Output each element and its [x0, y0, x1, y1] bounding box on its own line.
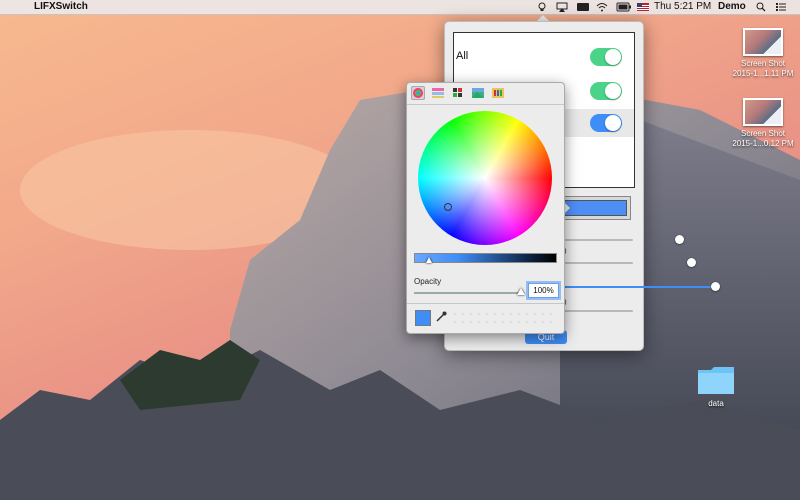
opacity-label: Opacity [414, 277, 442, 286]
light-toggle[interactable] [590, 114, 622, 132]
menu-bar: LIFXSwitch Thu 5:21 PM Demo [0, 0, 800, 15]
user-menu[interactable]: Demo [718, 1, 746, 13]
brightness-knob[interactable] [426, 257, 432, 263]
eyedropper-icon[interactable] [434, 310, 448, 324]
color-wheel[interactable] [418, 111, 552, 245]
menu-clock[interactable]: Thu 5:21 PM [654, 1, 711, 13]
app-name-menu[interactable]: LIFXSwitch [34, 1, 88, 13]
light-toggle[interactable] [590, 82, 622, 100]
wallpaper [0, 0, 800, 500]
color-palettes-icon[interactable] [451, 86, 465, 100]
airplay-icon[interactable] [556, 2, 568, 12]
folder-icon [697, 365, 735, 395]
image-palettes-icon[interactable] [471, 86, 485, 100]
flag-icon[interactable] [637, 2, 649, 12]
desktop-icon-folder-data[interactable]: data [681, 365, 751, 409]
list-icon[interactable] [775, 2, 787, 12]
desktop-icon-screenshot-1[interactable]: Screen Shot 2015-1...1.11 PM [728, 28, 798, 79]
list-item[interactable]: All [454, 43, 634, 71]
opacity-field[interactable]: 100% [528, 283, 559, 298]
desktop-icon-screenshot-2[interactable]: Screen Shot 2015-1...0.12 PM [728, 98, 798, 149]
color-picker-bottom-bar [407, 303, 564, 334]
light-label: All [456, 50, 469, 62]
screenshot-thumbnail-icon [743, 28, 783, 56]
battery-status-icon[interactable] [576, 2, 590, 12]
desktop-icon-label: Screen Shot [740, 59, 786, 68]
desktop-icon-label: Screen Shot [740, 129, 786, 138]
color-picker-panel: Opacity 100% [406, 82, 565, 334]
search-icon[interactable] [755, 2, 767, 12]
current-color-swatch[interactable] [415, 310, 431, 326]
favorite-swatches[interactable] [451, 310, 557, 326]
color-sliders-icon[interactable] [431, 86, 445, 100]
light-toggle[interactable] [590, 48, 622, 66]
opacity-slider[interactable] [414, 292, 521, 294]
brightness-bar[interactable] [414, 253, 557, 263]
desktop: LIFXSwitch Thu 5:21 PM Demo Screen Shot … [0, 0, 800, 500]
screenshot-thumbnail-icon [743, 98, 783, 126]
color-wheel-marker[interactable] [444, 203, 452, 211]
desktop-icon-sublabel: 2015-1...0.12 PM [732, 139, 794, 148]
color-picker-toolbar [407, 83, 564, 105]
crayons-icon[interactable] [491, 86, 505, 100]
color-wheel-icon[interactable] [411, 86, 425, 100]
desktop-icon-sublabel: 2015-1...1.11 PM [732, 69, 794, 78]
wifi-icon[interactable] [596, 2, 608, 12]
lightbulb-icon[interactable] [536, 2, 548, 12]
opacity-knob[interactable] [517, 288, 525, 295]
battery-icon[interactable] [616, 2, 632, 12]
desktop-icon-label: data [708, 399, 724, 408]
